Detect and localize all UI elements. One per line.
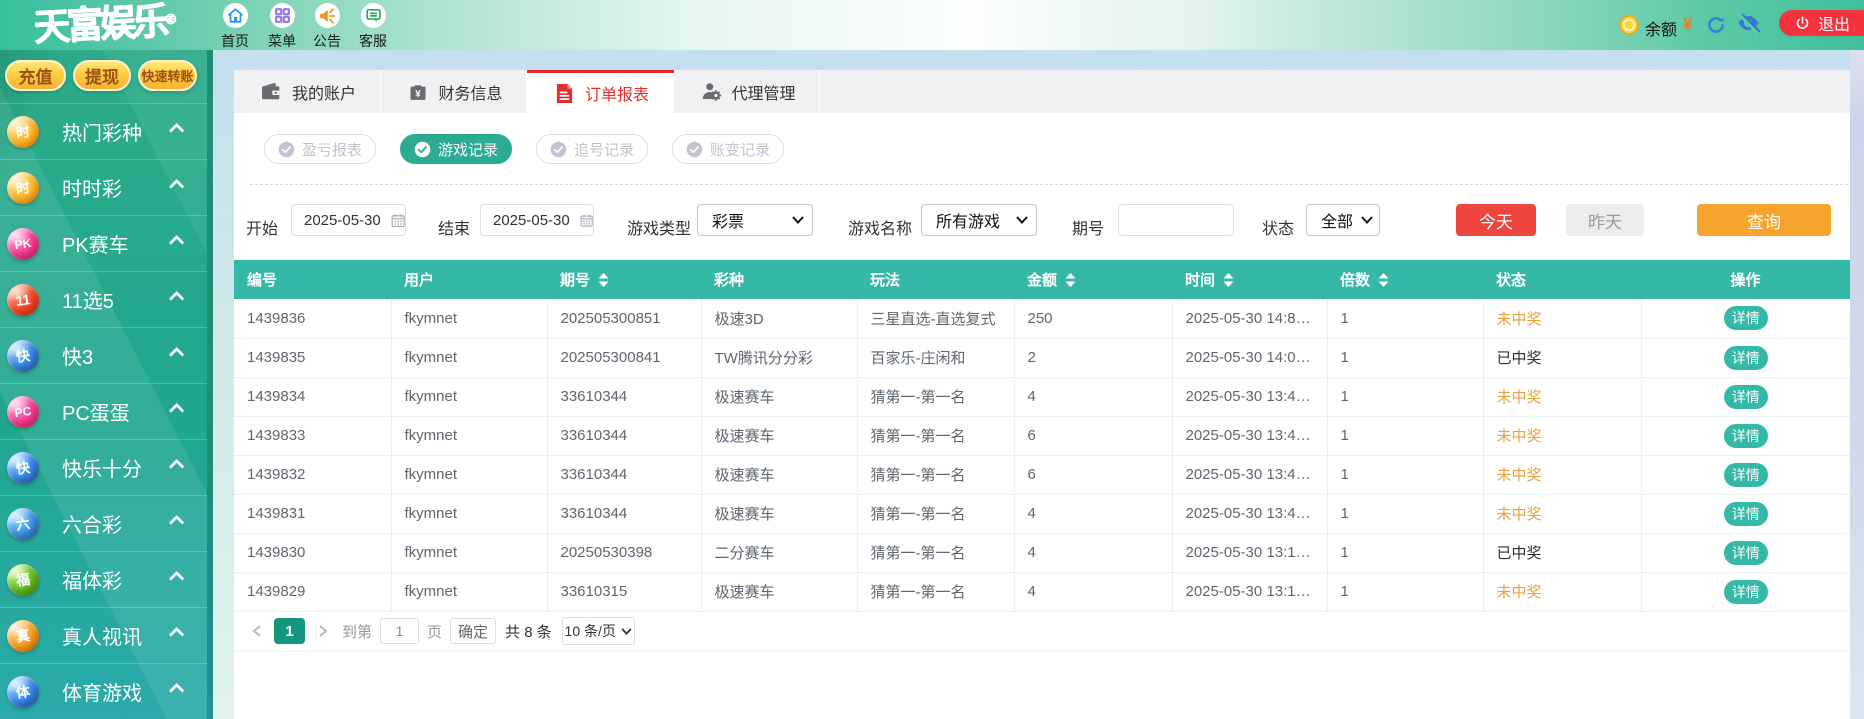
svg-text:¥: ¥ <box>415 89 421 100</box>
